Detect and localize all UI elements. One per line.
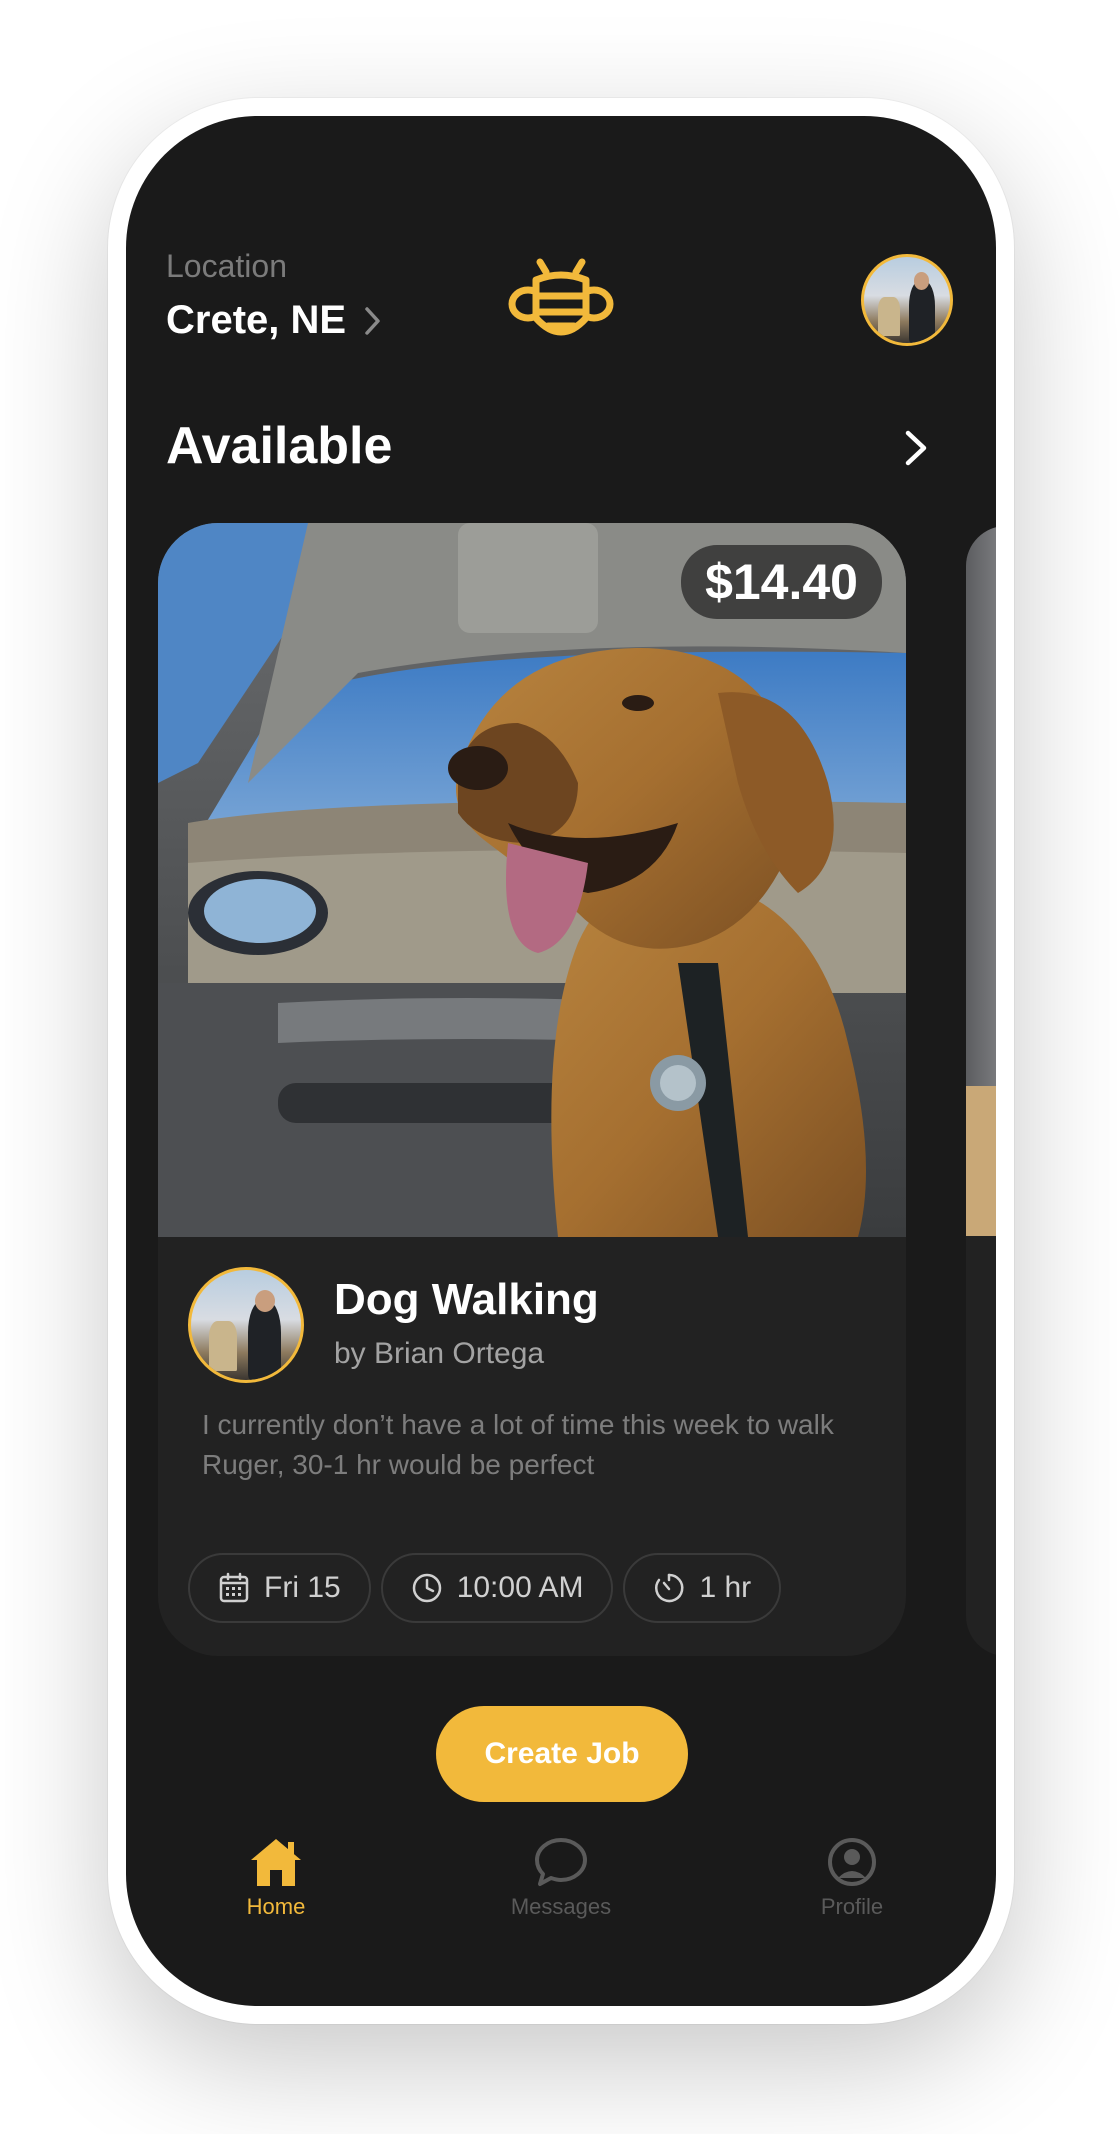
app-screen: Location Crete, NE Available $14.40 Dog … [126, 116, 996, 2006]
location-selector[interactable]: Crete, NE [166, 298, 382, 343]
time-value: 10:00 AM [456, 1571, 584, 1604]
section-title: Available [166, 417, 393, 475]
duration-chip: 1 hr [623, 1553, 782, 1623]
location-value: Crete, NE [166, 298, 347, 342]
next-job-card[interactable] [966, 526, 996, 1656]
home-icon [248, 1836, 304, 1888]
chat-bubble-icon [533, 1836, 589, 1888]
job-photo: $14.40 [158, 523, 906, 1237]
tab-profile-label: Profile [820, 1894, 884, 1919]
phone-frame: Location Crete, NE Available $14.40 Dog … [108, 98, 1014, 2024]
user-avatar[interactable] [861, 254, 953, 346]
date-value: Fri 15 [264, 1571, 341, 1604]
tab-home-label: Home [246, 1894, 306, 1919]
create-job-button[interactable]: Create Job [436, 1706, 688, 1802]
chevron-right-icon[interactable] [904, 429, 930, 472]
chevron-right-icon [364, 306, 382, 336]
job-description: I currently don’t have a lot of time thi… [202, 1409, 834, 1480]
clock-icon [411, 1572, 443, 1604]
job-author: by Brian Ortega [334, 1337, 545, 1370]
timer-icon [653, 1572, 685, 1604]
location-label: Location [166, 248, 287, 284]
job-details: Fri 15 10:00 AM 1 hr [188, 1553, 782, 1623]
price-badge: $14.40 [681, 545, 882, 619]
job-card[interactable]: $14.40 Dog Walking by Brian Ortega I cur… [158, 523, 906, 1656]
tab-messages[interactable]: Messages [471, 1836, 651, 1920]
poster-avatar[interactable] [188, 1267, 304, 1383]
tab-messages-label: Messages [510, 1894, 612, 1919]
bee-logo-icon [506, 258, 616, 353]
calendar-icon [218, 1572, 250, 1604]
job-title: Dog Walking [334, 1275, 599, 1324]
tab-home[interactable]: Home [186, 1836, 366, 1920]
profile-icon [824, 1836, 880, 1888]
tab-profile[interactable]: Profile [762, 1836, 942, 1920]
duration-value: 1 hr [699, 1571, 752, 1604]
date-chip: Fri 15 [188, 1553, 371, 1623]
time-chip: 10:00 AM [380, 1553, 614, 1623]
